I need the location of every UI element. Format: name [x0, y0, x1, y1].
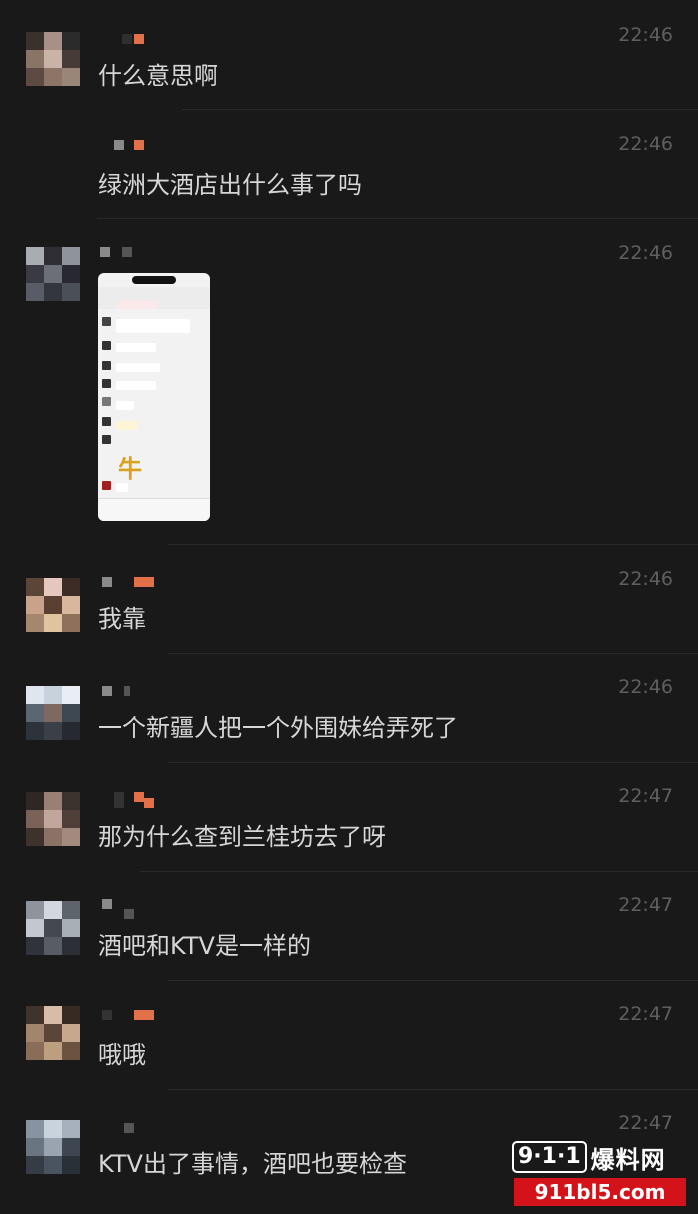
avatar[interactable] [26, 1120, 80, 1174]
watermark-brand-row: 9·1·1 爆料网 [512, 1140, 688, 1174]
divider [182, 109, 698, 110]
message-text[interactable]: 哦哦 [98, 1035, 146, 1070]
avatar[interactable] [26, 32, 80, 86]
message-text[interactable]: 绿洲大酒店出什么事了吗 [98, 165, 362, 200]
chat-history-page: 22:46 什么意思啊 22:46 绿洲大酒店出什么事了吗 22:46 牛 22… [0, 0, 698, 1214]
message-text[interactable]: 那为什么查到兰桂坊去了呀 [98, 817, 386, 852]
shared-screenshot-image[interactable]: 牛 [98, 273, 210, 521]
message-time: 22:46 [618, 133, 673, 155]
watermark: 9·1·1 爆料网 911bl5.com [512, 1140, 688, 1208]
message-text[interactable]: KTV出了事情，酒吧也要检查 [98, 1144, 407, 1179]
divider [168, 653, 698, 654]
large-glyph: 牛 [118, 455, 142, 483]
divider [168, 762, 698, 763]
avatar[interactable] [26, 792, 80, 846]
message-text[interactable]: 什么意思啊 [98, 56, 218, 91]
divider [168, 544, 698, 545]
message-time: 22:46 [618, 24, 673, 46]
divider [140, 871, 698, 872]
message-time: 22:46 [618, 676, 673, 698]
avatar[interactable] [26, 578, 80, 632]
message-time: 22:46 [618, 242, 673, 264]
message-time: 22:47 [618, 1112, 673, 1134]
message-time: 22:47 [618, 894, 673, 916]
screenshot-input-bar [98, 498, 210, 521]
watermark-brand: 爆料网 [590, 1145, 666, 1174]
watermark-logo-box: 9·1·1 [512, 1141, 587, 1173]
avatar[interactable] [26, 247, 80, 301]
avatar[interactable] [26, 1006, 80, 1060]
phone-dynamic-island [132, 276, 176, 284]
message-text[interactable]: 一个新疆人把一个外围妹给弄死了 [98, 708, 458, 743]
avatar[interactable] [26, 686, 80, 740]
message-text[interactable]: 我靠 [98, 599, 146, 634]
divider [168, 980, 698, 981]
message-time: 22:46 [618, 568, 673, 590]
message-text[interactable]: 酒吧和KTV是一样的 [98, 926, 311, 961]
avatar[interactable] [26, 901, 80, 955]
divider [97, 218, 698, 219]
message-time: 22:47 [618, 785, 673, 807]
message-time: 22:47 [618, 1003, 673, 1025]
divider [168, 1089, 698, 1090]
watermark-url: 911bl5.com [514, 1178, 686, 1206]
